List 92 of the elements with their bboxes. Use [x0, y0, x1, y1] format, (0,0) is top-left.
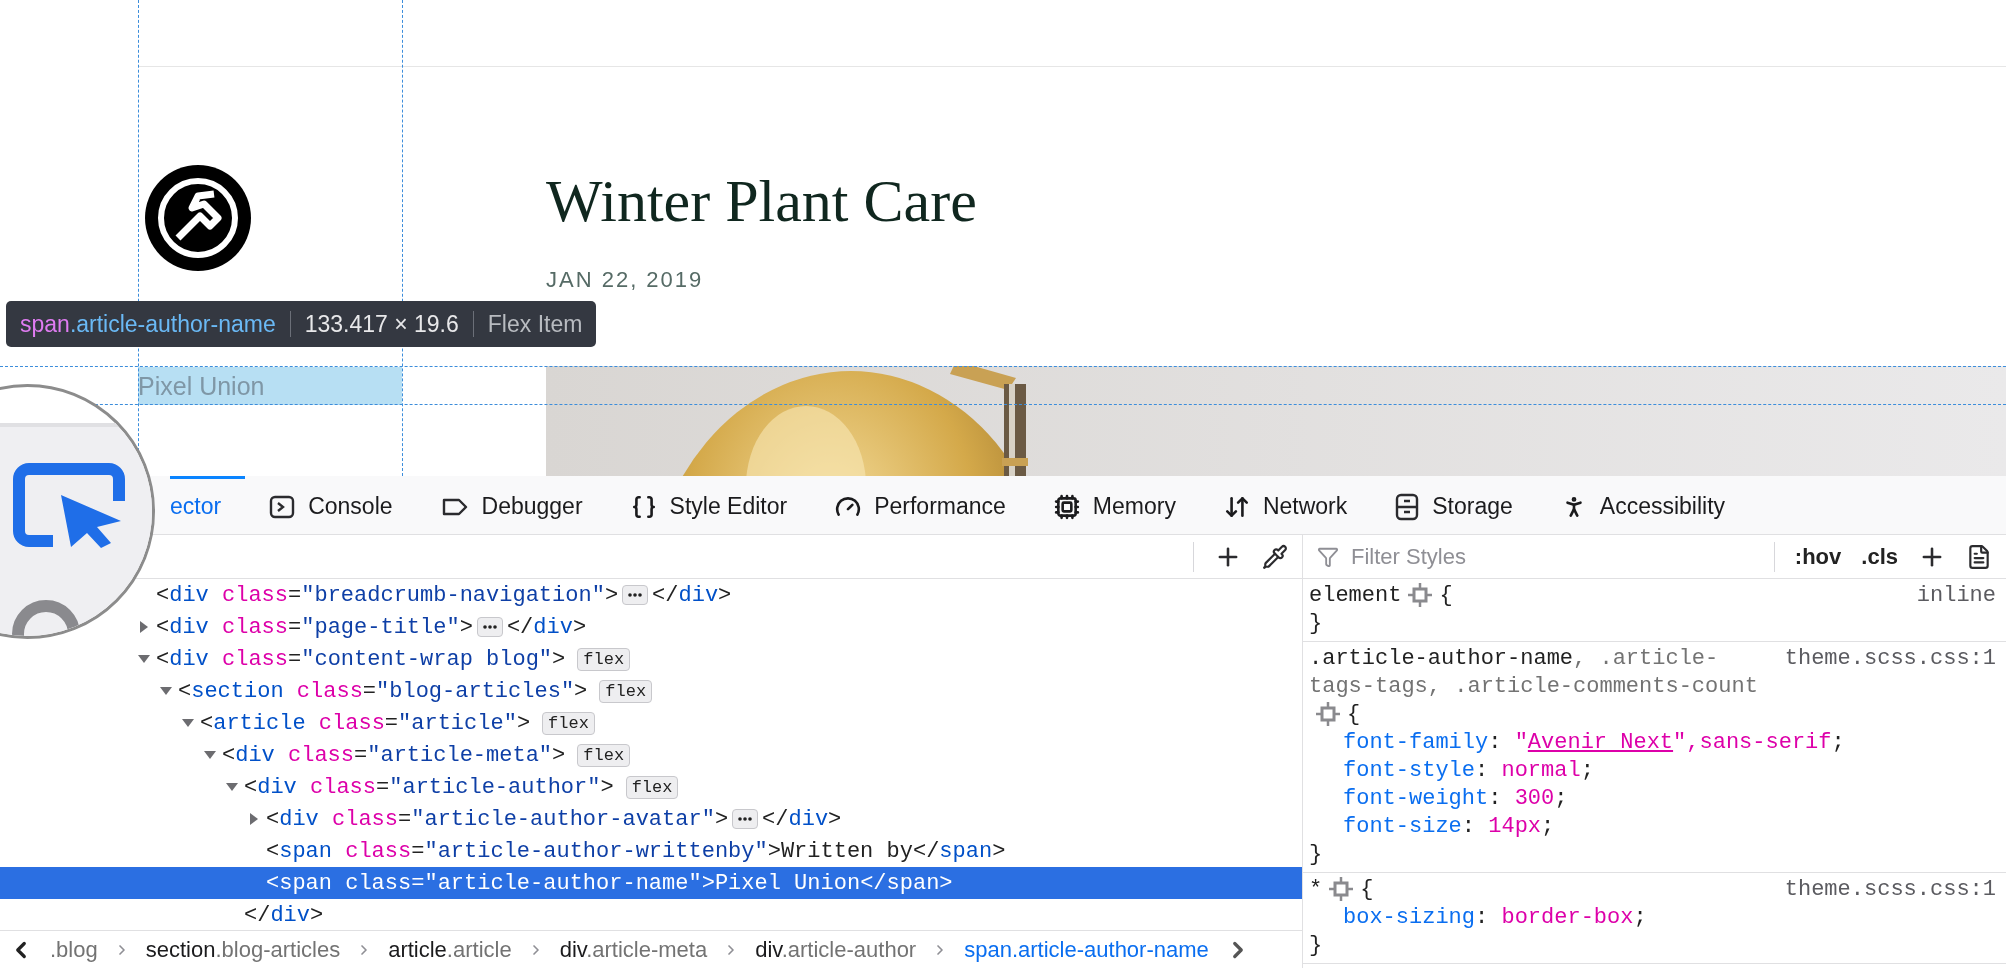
markup-code: <div class="article-meta">: [222, 742, 566, 768]
markup-code: <div class="content-wrap blog">: [156, 646, 566, 672]
flex-badge[interactable]: flex: [599, 679, 653, 703]
markup-row[interactable]: <span class="article-author-name">Pixel Union</span>: [0, 867, 1302, 899]
breadcrumb-item[interactable]: span.article-author-name: [964, 936, 1209, 963]
close-brace: }: [1309, 932, 1324, 960]
markup-code: </div>: [652, 582, 732, 608]
node-highlight-icon[interactable]: [1328, 876, 1355, 903]
collapsed-arrow-icon[interactable]: [138, 621, 150, 633]
article-title: Winter Plant Care: [546, 167, 978, 236]
markup-row[interactable]: <div class="article-author-avatar"> </div>: [266, 803, 1302, 835]
filter-styles-field[interactable]: Filter Styles: [1349, 542, 1754, 571]
markup-code: <span class="article-author-name">Pixel Union</span>: [266, 870, 953, 896]
devtools-tab[interactable]: Storage: [1371, 476, 1537, 534]
article-date: JAN 22, 2019: [546, 266, 705, 294]
expanded-arrow-icon[interactable]: [138, 653, 150, 665]
hover-toggle[interactable]: :hov: [1794, 543, 1842, 570]
markup-code: </div>: [762, 806, 842, 832]
markup-code: <span class="article-author-writtenby">Written by</span>: [266, 838, 1006, 864]
devtools-tab[interactable]: ector: [170, 476, 246, 534]
markup-code: <div class="article-author-avatar">: [266, 806, 729, 832]
rule-selector: *: [1309, 877, 1323, 902]
chip-icon: [1053, 493, 1080, 520]
class-toggle[interactable]: .cls: [1861, 543, 1898, 570]
open-brace: {: [1360, 877, 1374, 902]
markup-row[interactable]: <div class="content-wrap blog"> flex: [156, 643, 1302, 675]
markup-code: </div>: [244, 902, 324, 928]
expanded-arrow-icon[interactable]: [182, 717, 194, 729]
markup-code: <article class="article">: [200, 710, 531, 736]
css-declaration[interactable]: font-family: "Avenir Next",sans-serif;: [1309, 729, 1996, 757]
css-declaration[interactable]: box-sizing: border-box;: [1309, 904, 1996, 932]
devtools-tab[interactable]: Memory: [1029, 476, 1200, 534]
breadcrumb-item[interactable]: article.article: [388, 936, 512, 963]
markup-row[interactable]: </div>: [244, 899, 1302, 930]
markup-row[interactable]: <div class="page-title"> </div>: [156, 611, 1302, 643]
document-icon[interactable]: [1966, 543, 1992, 570]
close-brace: }: [1309, 610, 1324, 638]
markup-code: <section class="blog-articles">: [178, 678, 588, 704]
flex-badge[interactable]: flex: [577, 743, 631, 767]
open-brace: {: [1439, 583, 1453, 608]
breadcrumb-item[interactable]: div.article-author: [755, 936, 917, 963]
rule-selector: element: [1309, 583, 1402, 608]
rule-source[interactable]: theme.scss.css:1: [1768, 645, 1996, 729]
ellipsis-icon[interactable]: [732, 809, 759, 829]
terminal-icon: [269, 493, 296, 520]
css-declaration[interactable]: font-size: 14px;: [1309, 813, 1996, 841]
ellipsis-icon[interactable]: [622, 585, 649, 605]
rule-source[interactable]: theme.scss.css:1: [1768, 876, 1996, 904]
expanded-arrow-icon[interactable]: [160, 685, 172, 697]
tooltip-selector: span.article-author-name: [20, 310, 276, 338]
flex-badge[interactable]: flex: [577, 647, 631, 671]
expanded-arrow-icon[interactable]: [204, 749, 216, 761]
breadcrumb-item[interactable]: .blog: [50, 936, 98, 963]
filter-icon: [1317, 545, 1339, 568]
devtools-tab[interactable]: Accessibility: [1536, 476, 1750, 534]
css-declaration[interactable]: font-weight: 300;: [1309, 785, 1996, 813]
braces-icon: [630, 493, 657, 520]
devtools-tab[interactable]: Debugger: [416, 476, 607, 534]
markup-code: <div class="breadcrumb-navigation">: [156, 582, 619, 608]
markup-row[interactable]: <div class="article-meta"> flex: [222, 739, 1302, 771]
close-brace: }: [1309, 841, 1324, 869]
devtools-tab[interactable]: Network: [1199, 476, 1372, 534]
markup-row[interactable]: <span class="article-author-writtenby">Written by</span>: [266, 835, 1302, 867]
flex-badge[interactable]: flex: [542, 711, 595, 735]
breadcrumb-item[interactable]: div.article-meta: [559, 936, 708, 963]
css-declaration[interactable]: font-style: normal;: [1309, 757, 1996, 785]
markup-row[interactable]: <article class="article"> flex: [200, 707, 1302, 739]
node-highlight-icon[interactable]: [1407, 582, 1434, 609]
markup-code: <div class="article-author">: [244, 774, 614, 800]
node-highlight-icon[interactable]: [1315, 701, 1341, 728]
author-name: Pixel Union: [138, 367, 402, 405]
flex-badge[interactable]: flex: [625, 775, 679, 799]
devtools-tab[interactable]: Console: [245, 476, 417, 534]
markup-code: </div>: [506, 614, 587, 640]
expanded-arrow-icon[interactable]: [226, 781, 238, 793]
cursor-select-icon: [13, 463, 128, 548]
markup-code: <div class="page-title">: [156, 614, 473, 640]
markup-row[interactable]: <section class="blog-articles"> flex: [178, 675, 1302, 707]
devtools-tab[interactable]: Performance: [811, 476, 1030, 534]
devtools-tab[interactable]: Style Editor: [606, 476, 812, 534]
rule-selector: .article-author-name, .article-tags-tags, .article-comments-count: [1309, 646, 1758, 699]
cabinet-icon: [1395, 492, 1420, 521]
eyedropper-icon[interactable]: [1262, 543, 1288, 570]
markup-row[interactable]: <div class="breadcrumb-navigation"> </div>: [156, 579, 1302, 611]
tooltip-kind: Flex Item: [487, 310, 583, 338]
markup-row[interactable]: <div class="article-author"> flex: [244, 771, 1302, 803]
ellipsis-icon[interactable]: [476, 617, 503, 637]
rule-source[interactable]: inline: [1900, 582, 1996, 610]
tooltip-size: 133.417 × 19.6: [304, 310, 459, 338]
open-brace: {: [1347, 702, 1361, 727]
collapsed-arrow-icon[interactable]: [248, 813, 260, 825]
breadcrumb-item[interactable]: section.blog-articles: [145, 936, 341, 963]
